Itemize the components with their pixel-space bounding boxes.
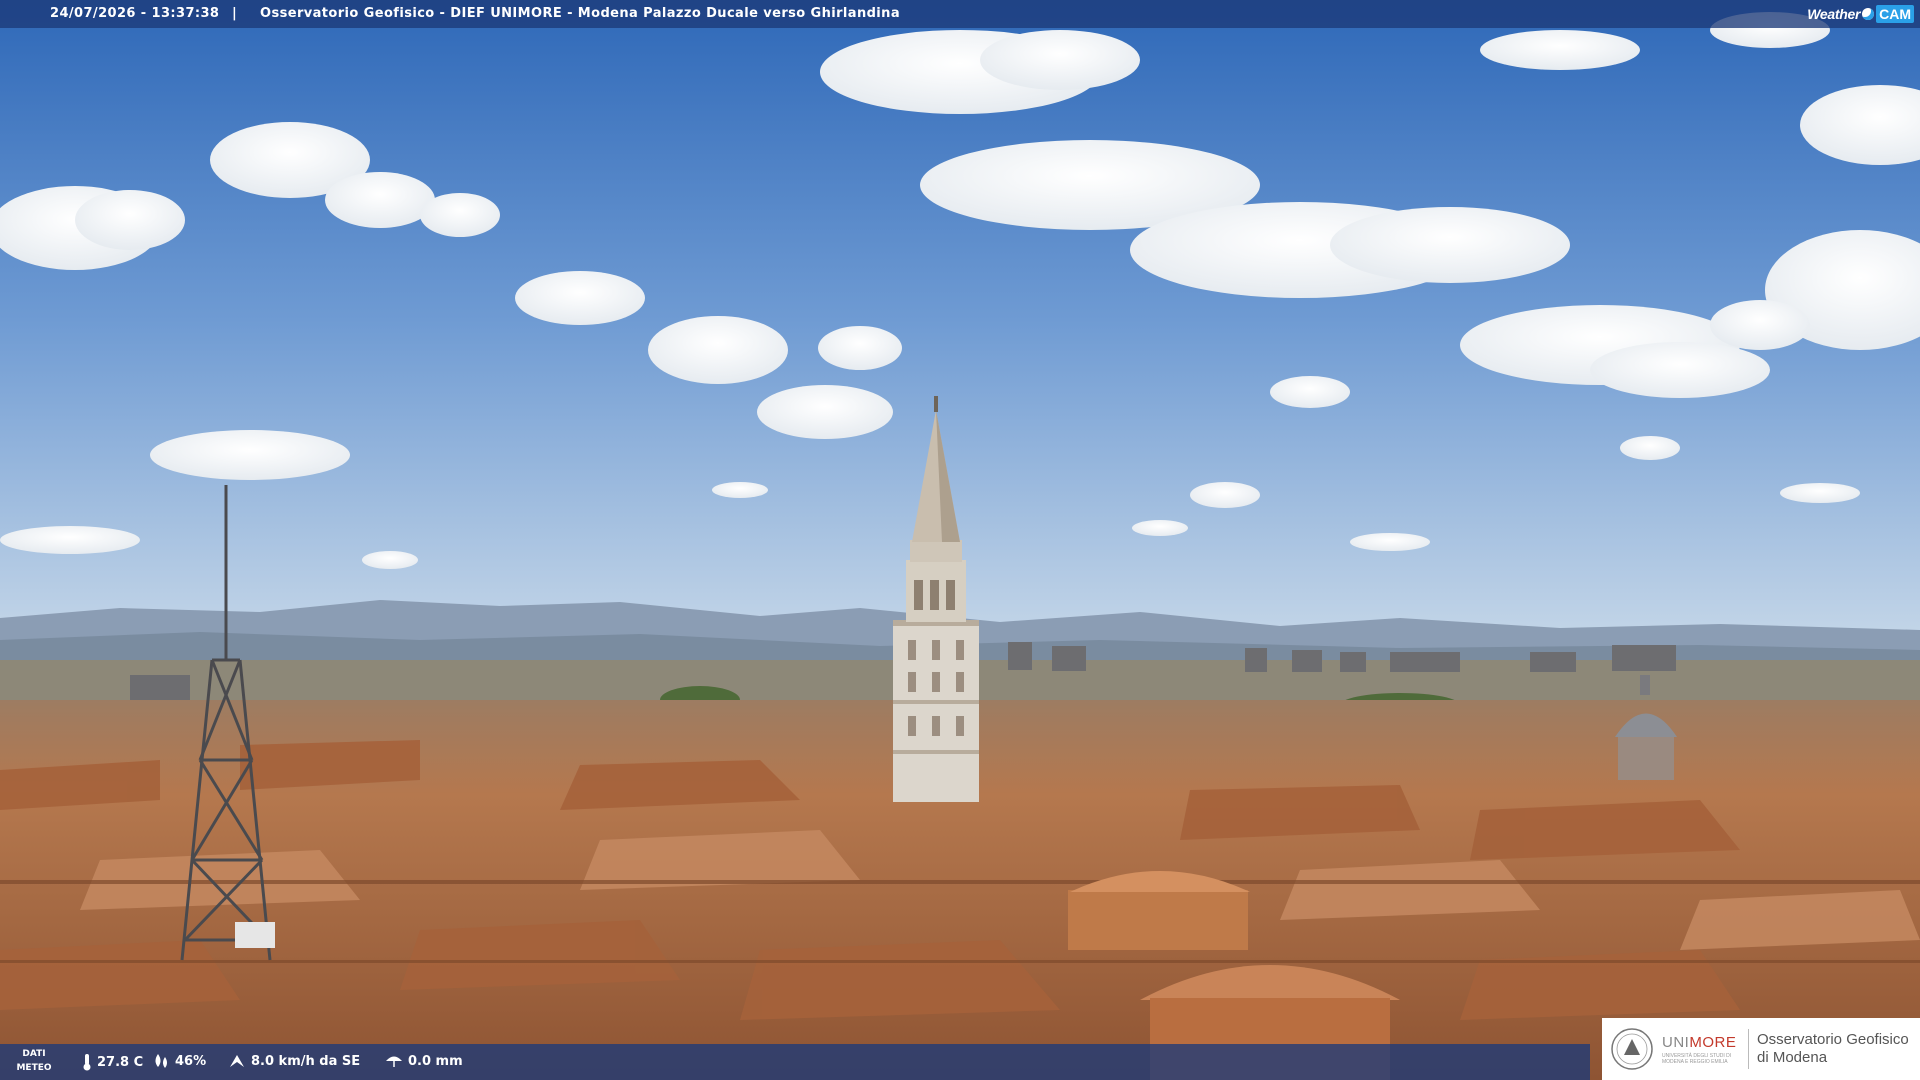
temperature-value: 27.8 C [97, 1054, 144, 1070]
rain-value: 0.0 mm [408, 1053, 463, 1069]
unimore-seal-icon [1611, 1028, 1653, 1070]
weathercam-logo-cam: CAM [1876, 5, 1914, 23]
humidity-reading: 46% [152, 1053, 206, 1069]
logo-divider [1748, 1029, 1749, 1069]
humidity-icon [155, 1054, 167, 1068]
unimore-text: UNIMORE UNIVERSITÀ DEGLI STUDI DI MODENA… [1662, 1034, 1740, 1065]
humidity-value: 46% [175, 1053, 207, 1069]
caption-separator: | [232, 6, 238, 21]
weathercam-logo-weather: Weather [1807, 6, 1861, 22]
unimore-logo-box: UNIMORE UNIVERSITÀ DEGLI STUDI DI MODENA… [1602, 1018, 1920, 1080]
wind-reading: 8.0 km/h da SE [228, 1053, 360, 1069]
weathercam-logo-icon [1862, 8, 1875, 20]
thermometer-icon [83, 1054, 91, 1071]
rain-icon [386, 1056, 402, 1067]
rain-reading: 0.0 mm [385, 1053, 463, 1069]
weathercam-logo: Weather CAM [1807, 3, 1914, 25]
temperature-reading: 27.8 C [82, 1053, 143, 1071]
observatory-name: Osservatorio Geofisico di Modena [1757, 1031, 1909, 1066]
meteo-bar: DATI METEO 27.8 C 46% 8.0 km/h da SE 0.0… [0, 1044, 1590, 1080]
unimore-name: UNIMORE [1662, 1033, 1737, 1051]
wind-value: 8.0 km/h da SE [251, 1053, 361, 1069]
timestamp: 24/07/2026 - 13:37:38 [50, 6, 220, 21]
webcam-title: Osservatorio Geofisico - DIEF UNIMORE - … [260, 6, 900, 21]
meteo-label: DATI METEO [16, 1049, 52, 1073]
caption-bar: 24/07/2026 - 13:37:38 | Osservatorio Geo… [0, 0, 1920, 28]
webcam-image [0, 0, 1920, 1080]
wind-icon [230, 1055, 244, 1067]
unimore-subtitle: UNIVERSITÀ DEGLI STUDI DI MODENA E REGGI… [1662, 1052, 1732, 1065]
